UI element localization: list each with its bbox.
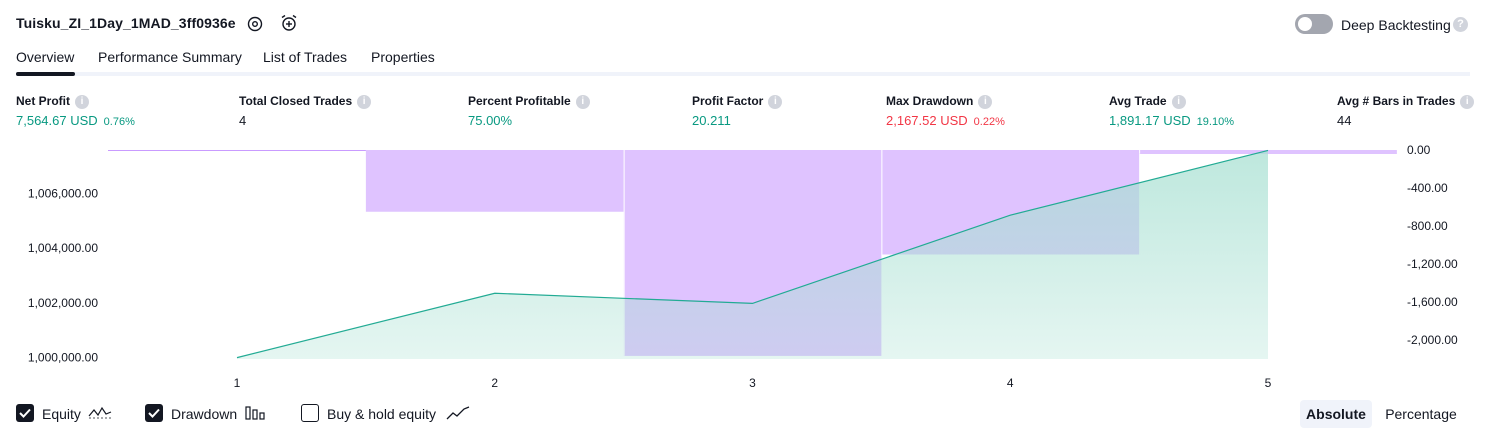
x-axis-tick-label: 4	[1007, 376, 1014, 390]
stat-avg-bars-value: 44	[1337, 113, 1352, 128]
toggle-knob	[1298, 17, 1312, 31]
drawdown-legend-label[interactable]: Drawdown	[171, 406, 237, 422]
info-icon[interactable]: i	[1171, 95, 1186, 109]
tab-properties[interactable]: Properties	[371, 49, 435, 65]
x-axis-tick-label: 3	[749, 376, 756, 390]
stat-max-drawdown-label: Max Drawdown i	[886, 94, 993, 109]
stat-max-drawdown-value: 2,167.52 USD 0.22%	[886, 113, 1005, 128]
right-axis-tick-label: -400.00	[1407, 181, 1448, 195]
info-icon[interactable]: i	[1460, 95, 1475, 109]
right-axis-tick-label: -2,000.00	[1407, 333, 1458, 347]
equity-drawdown-chart[interactable]: 1,000,000.00 1,002,000.00 1,004,000.00 1,00…	[0, 140, 1486, 400]
info-icon[interactable]: i	[75, 95, 89, 109]
stat-net-profit-label: Net Profit i	[16, 94, 89, 109]
stat-profit-factor-value: 20.211	[692, 113, 731, 128]
drawdown-bar	[365, 150, 624, 212]
info-icon[interactable]: i	[978, 95, 993, 109]
left-axis-tick-label: 1,006,000.00	[28, 186, 98, 200]
active-tab-indicator	[16, 72, 75, 76]
buy-hold-line-icon	[446, 405, 470, 421]
percentage-toggle-button[interactable]: Percentage	[1376, 400, 1466, 428]
info-icon[interactable]: i	[768, 95, 783, 109]
strategy-name: Tuisku_ZI_1Day_1MAD_3ff0936e	[16, 15, 236, 31]
drawdown-bars-icon	[245, 405, 267, 421]
deep-backtesting-toggle[interactable]	[1295, 14, 1333, 34]
buy-hold-legend-label[interactable]: Buy & hold equity	[327, 406, 436, 422]
info-icon[interactable]: i	[357, 95, 372, 109]
x-axis-tick-label: 2	[491, 376, 498, 390]
deep-backtesting-label: Deep Backtesting	[1341, 17, 1451, 33]
right-axis-tick-label: -1,600.00	[1407, 295, 1458, 309]
right-axis-tick-label: -800.00	[1407, 219, 1448, 233]
stat-profit-factor-label: Profit Factor i	[692, 94, 783, 109]
tab-overview[interactable]: Overview	[16, 49, 74, 65]
tab-performance-summary[interactable]: Performance Summary	[98, 49, 242, 65]
right-axis-tick-label: 0.00	[1407, 143, 1431, 157]
equity-legend-label[interactable]: Equity	[42, 406, 81, 422]
left-axis-tick-label: 1,002,000.00	[28, 296, 98, 310]
question-circle-icon[interactable]: ?	[1453, 17, 1468, 32]
alarm-clock-plus-icon[interactable]	[280, 14, 298, 32]
equity-line-icon	[88, 405, 112, 421]
equity-checkbox[interactable]	[16, 404, 34, 422]
gear-icon[interactable]	[246, 15, 264, 33]
buy-hold-checkbox[interactable]	[301, 404, 319, 422]
stat-net-profit-value: 7,564.67 USD 0.76%	[16, 113, 135, 128]
x-axis-tick-label: 5	[1265, 376, 1272, 390]
left-axis-tick-label: 1,004,000.00	[28, 241, 98, 255]
stat-percent-profitable-label: Percent Profitable i	[468, 94, 590, 109]
stat-percent-profitable-value: 75.00%	[468, 113, 513, 128]
left-axis-tick-label: 1,000,000.00	[28, 351, 98, 365]
right-axis-tick-label: -1,200.00	[1407, 257, 1458, 271]
drawdown-checkbox[interactable]	[145, 404, 163, 422]
x-axis-tick-label: 1	[234, 376, 241, 390]
stat-avg-trade-value: 1,891.17 USD 19.10%	[1109, 113, 1234, 128]
stat-total-closed-trades-value: 4	[239, 113, 247, 128]
stat-avg-trade-label: Avg Trade i	[1109, 94, 1186, 109]
tabs-divider	[16, 72, 1470, 76]
tab-list-of-trades[interactable]: List of Trades	[263, 49, 347, 65]
stat-total-closed-trades-label: Total Closed Trades i	[239, 94, 372, 109]
info-icon[interactable]: i	[575, 95, 590, 109]
absolute-toggle-button[interactable]: Absolute	[1300, 400, 1372, 428]
stat-avg-bars-label: Avg # Bars in Trades i	[1337, 94, 1475, 109]
